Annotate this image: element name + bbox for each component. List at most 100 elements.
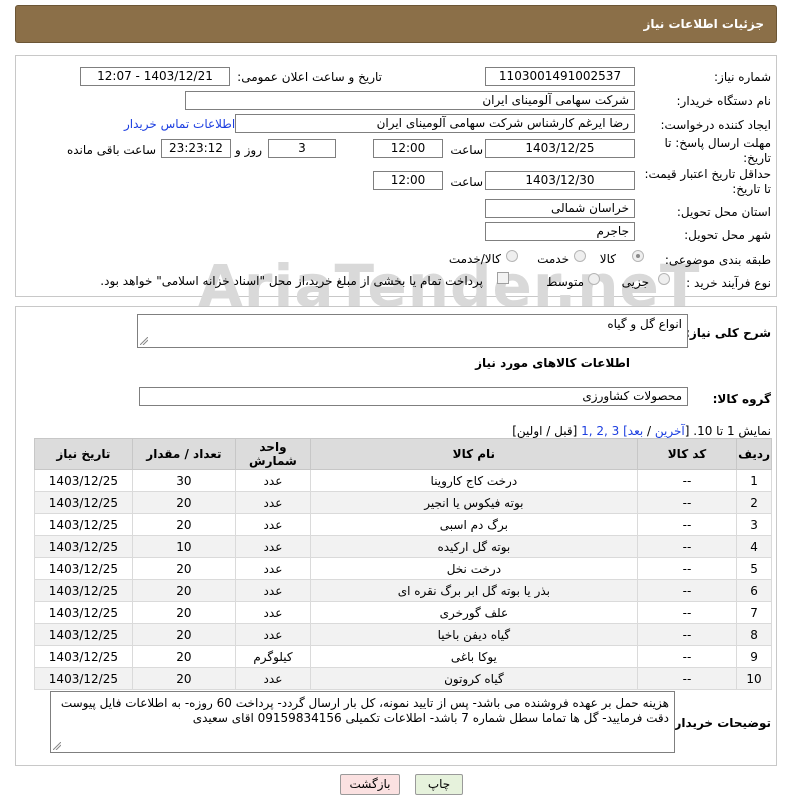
cell-unit: عدد <box>235 623 311 646</box>
cell-name: درخت کاج کاروینا <box>309 469 638 492</box>
cell-quantity: 20 <box>131 579 237 602</box>
buyer-org-label: نام دستگاه خریدار: <box>676 94 772 108</box>
table-row: 3 -- برگ دم اسبی عدد 20 1403/12/25 <box>34 513 772 536</box>
pagination-prefix: نمایش 1 تا 10. [ <box>684 424 771 438</box>
pagination-separator: / <box>643 424 655 438</box>
col-header-quantity: تعداد / مقدار <box>131 438 237 470</box>
cell-date: 1403/12/25 <box>34 491 133 514</box>
category-radio-goods[interactable] <box>632 250 644 262</box>
cell-name: بذر یا بوته گل ابر برگ نقره ای <box>309 579 638 602</box>
items-table: ردیف کد کالا نام کالا واحد شمارش تعداد /… <box>34 438 772 690</box>
cell-name: علف گورخری <box>309 601 638 624</box>
cell-date: 1403/12/25 <box>34 579 133 602</box>
cell-row-no: 6 <box>736 579 772 602</box>
print-button[interactable]: چاپ <box>415 774 463 795</box>
cell-date: 1403/12/25 <box>34 667 133 690</box>
cell-row-no: 5 <box>736 557 772 580</box>
need-number-label: شماره نیاز: <box>714 70 771 84</box>
page-header: جزئیات اطلاعات نیاز <box>15 5 777 43</box>
cell-code: -- <box>636 469 738 492</box>
cell-date: 1403/12/25 <box>34 513 133 536</box>
cell-quantity: 30 <box>131 469 237 492</box>
table-row: 5 -- درخت نخل عدد 20 1403/12/25 <box>34 557 772 580</box>
remaining-time-field: 23:23:12 <box>161 139 231 158</box>
cell-date: 1403/12/25 <box>34 535 133 558</box>
days-label: روز و <box>235 143 262 157</box>
deadline-date-field: 1403/12/25 <box>485 139 635 158</box>
category-option-service: خدمت <box>537 252 569 266</box>
cell-quantity: 20 <box>131 513 237 536</box>
cell-row-no: 3 <box>736 513 772 536</box>
cell-row-no: 9 <box>736 645 772 668</box>
need-number-field: 1103001491002537 <box>485 67 635 86</box>
table-row: 7 -- علف گورخری عدد 20 1403/12/25 <box>34 601 772 624</box>
category-option-goods-service: کالا/خدمت <box>448 252 501 266</box>
category-radio-goods-service[interactable] <box>506 250 518 262</box>
cell-unit: عدد <box>235 491 311 514</box>
pagination-last-link[interactable]: آخرین <box>655 424 685 438</box>
table-row: 2 -- بوته فیکوس یا انجیر عدد 20 1403/12/25 <box>34 491 772 514</box>
summary-label: شرح کلی نیاز: <box>685 326 771 340</box>
cell-unit: عدد <box>235 469 311 492</box>
col-header-code: کد کالا <box>636 438 738 470</box>
cell-code: -- <box>636 667 738 690</box>
province-label: استان محل تحویل: <box>676 205 771 219</box>
table-row: 9 -- یوکا باغی کیلوگرم 20 1403/12/25 <box>34 645 772 668</box>
cell-code: -- <box>636 601 738 624</box>
treasury-payment-checkbox[interactable] <box>497 272 509 284</box>
cell-unit: عدد <box>235 667 311 690</box>
cell-code: -- <box>636 535 738 558</box>
cell-date: 1403/12/25 <box>34 601 133 624</box>
pagination-next-link[interactable]: بعد <box>628 424 643 438</box>
pagination-tail: [قبل / اولین] <box>512 424 582 438</box>
cell-date: 1403/12/25 <box>34 645 133 668</box>
creator-label: ایجاد کننده درخواست: <box>660 118 771 132</box>
cell-quantity: 10 <box>131 535 237 558</box>
resize-grip-icon <box>140 337 148 345</box>
cell-code: -- <box>636 579 738 602</box>
cell-quantity: 20 <box>131 601 237 624</box>
cell-unit: عدد <box>235 557 311 580</box>
cell-date: 1403/12/25 <box>34 469 133 492</box>
table-body: 1 -- درخت کاج کاروینا عدد 30 1403/12/25 2 -- بوت… <box>34 469 772 690</box>
process-radio-medium[interactable] <box>588 273 600 285</box>
deadline-time-label: ساعت <box>450 143 483 157</box>
buyer-contact-link[interactable]: اطلاعات تماس خریدار <box>124 117 235 131</box>
summary-textarea[interactable]: انواع گل و گیاه <box>137 314 688 348</box>
cell-unit: عدد <box>235 601 311 624</box>
category-option-goods: کالا <box>599 252 616 266</box>
col-header-row-no: ردیف <box>736 438 772 470</box>
announce-field: 1403/12/21 - 12:07 <box>80 67 230 86</box>
table-row: 4 -- بوته گل ارکیده عدد 10 1403/12/25 <box>34 535 772 558</box>
cell-unit: عدد <box>235 535 311 558</box>
cell-name: برگ دم اسبی <box>309 513 638 536</box>
process-label: نوع فرآیند خرید : <box>686 276 771 290</box>
buyer-notes-textarea[interactable]: هزینه حمل بر عهده فروشنده می باشد- پس از… <box>50 691 675 753</box>
cell-name: گیاه دیفن باخیا <box>309 623 638 646</box>
cell-date: 1403/12/25 <box>34 623 133 646</box>
pagination-pages[interactable]: ] 3 ,2 ,1 <box>581 424 628 438</box>
deadline-time-field: 12:00 <box>373 139 443 158</box>
resize-grip-icon <box>53 742 61 750</box>
process-radio-minor[interactable] <box>658 273 670 285</box>
buyer-org-field: شرکت سهامی آلومینای ایران <box>185 91 635 110</box>
province-field: خراسان شمالی <box>485 199 635 218</box>
cell-row-no: 10 <box>736 667 772 690</box>
back-button[interactable]: بازگشت <box>340 774 400 795</box>
summary-text: انواع گل و گیاه <box>607 317 682 331</box>
city-label: شهر محل تحویل: <box>684 228 771 242</box>
table-row: 8 -- گیاه دیفن باخیا عدد 20 1403/12/25 <box>34 623 772 646</box>
col-header-date: تاریخ نیاز <box>34 438 133 470</box>
cell-code: -- <box>636 491 738 514</box>
cell-quantity: 20 <box>131 623 237 646</box>
cell-row-no: 2 <box>736 491 772 514</box>
category-radio-service[interactable] <box>574 250 586 262</box>
validity-label: حداقل تاریخ اعتبار قیمت: تا تاریخ: <box>644 167 771 196</box>
cell-date: 1403/12/25 <box>34 557 133 580</box>
table-row: 1 -- درخت کاج کاروینا عدد 30 1403/12/25 <box>34 469 772 492</box>
cell-unit: عدد <box>235 513 311 536</box>
cell-quantity: 20 <box>131 491 237 514</box>
col-header-unit: واحد شمارش <box>235 438 311 470</box>
remaining-label: ساعت باقی مانده <box>66 143 156 157</box>
cell-unit: عدد <box>235 579 311 602</box>
